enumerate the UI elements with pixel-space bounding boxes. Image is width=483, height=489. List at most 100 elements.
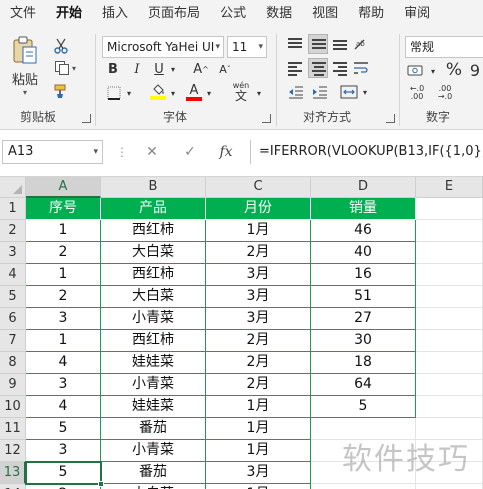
row-header-8[interactable]: 8 <box>0 352 26 374</box>
tab-home[interactable]: 开始 <box>46 0 92 28</box>
table-cell[interactable]: 5 <box>26 418 101 440</box>
row-header-14[interactable]: 14 <box>0 484 26 489</box>
table-cell[interactable]: 2月 <box>206 374 311 396</box>
clipboard-dialog-launcher[interactable] <box>82 114 91 123</box>
table-cell[interactable]: 2月 <box>206 330 311 352</box>
table-cell[interactable]: 2 <box>26 286 101 308</box>
decrease-decimal-button[interactable]: .00 →.0 <box>433 84 457 102</box>
row-header-5[interactable]: 5 <box>0 286 26 308</box>
column-header-d[interactable]: D <box>311 177 416 198</box>
table-header-cell[interactable]: 序号 <box>26 198 101 220</box>
row-header-6[interactable]: 6 <box>0 308 26 330</box>
table-cell[interactable]: 27 <box>311 308 416 330</box>
table-cell[interactable] <box>416 264 483 286</box>
table-cell[interactable]: 西红柿 <box>101 264 206 286</box>
wrap-text-button[interactable] <box>352 60 370 76</box>
increase-decimal-button[interactable]: ←.0.00 <box>405 84 429 102</box>
middle-align-button[interactable] <box>308 34 328 54</box>
accounting-dropdown[interactable]: ▾ <box>428 62 438 80</box>
table-cell[interactable]: 小青菜 <box>101 374 206 396</box>
table-header-cell[interactable]: 产品 <box>101 198 206 220</box>
name-box[interactable]: A13 ▾ <box>2 140 103 164</box>
table-cell[interactable]: 3月 <box>206 308 311 330</box>
alignment-dialog-launcher[interactable] <box>386 114 395 123</box>
increase-indent-button[interactable] <box>310 84 330 100</box>
table-cell[interactable]: 3月 <box>206 462 311 484</box>
row-header-13[interactable]: 13 <box>0 462 26 484</box>
cancel-button[interactable]: ✕ <box>142 141 162 163</box>
bold-button[interactable]: B <box>104 60 122 78</box>
italic-button[interactable]: I <box>128 60 146 78</box>
table-cell[interactable]: 16 <box>311 264 416 286</box>
table-cell[interactable]: 大白菜 <box>101 242 206 264</box>
table-cell[interactable]: 1 <box>26 264 101 286</box>
row-header-10[interactable]: 10 <box>0 396 26 418</box>
row-header-4[interactable]: 4 <box>0 264 26 286</box>
tab-file[interactable]: 文件 <box>0 0 46 28</box>
column-header-b[interactable]: B <box>101 177 206 198</box>
table-cell[interactable]: 3 <box>26 308 101 330</box>
table-header-cell[interactable]: 月份 <box>206 198 311 220</box>
table-cell[interactable] <box>416 396 483 418</box>
tab-page-layout[interactable]: 页面布局 <box>138 0 210 28</box>
font-name-combo[interactable]: Microsoft YaHei UI ▾ <box>102 36 224 58</box>
table-cell[interactable]: 2月 <box>206 352 311 374</box>
comma-style-button[interactable]: 9 <box>467 58 483 82</box>
row-header-7[interactable]: 7 <box>0 330 26 352</box>
table-header-cell[interactable]: 销量 <box>311 198 416 220</box>
table-cell[interactable]: 40 <box>311 242 416 264</box>
table-cell[interactable]: 番茄 <box>101 462 206 484</box>
phonetic-dropdown[interactable]: ▾ <box>254 84 264 102</box>
table-cell[interactable]: 大白菜 <box>101 286 206 308</box>
align-left-button[interactable] <box>286 60 304 76</box>
table-cell[interactable] <box>416 286 483 308</box>
insert-function-button[interactable]: fx <box>216 141 236 163</box>
column-header-a[interactable]: A <box>26 177 101 198</box>
table-cell[interactable]: 4 <box>26 352 101 374</box>
tab-review[interactable]: 审阅 <box>394 0 440 28</box>
table-cell[interactable] <box>416 242 483 264</box>
table-cell[interactable]: 51 <box>311 286 416 308</box>
table-cell[interactable]: 娃娃菜 <box>101 396 206 418</box>
select-all-button[interactable] <box>0 177 26 198</box>
table-cell[interactable]: 1 <box>26 330 101 352</box>
row-header-3[interactable]: 3 <box>0 242 26 264</box>
table-cell[interactable]: 番茄 <box>101 418 206 440</box>
table-cell[interactable]: 1月 <box>206 220 311 242</box>
top-align-button[interactable] <box>286 36 304 52</box>
table-cell[interactable] <box>416 198 483 220</box>
table-cell[interactable]: 3 <box>26 374 101 396</box>
table-cell[interactable]: 1月 <box>206 418 311 440</box>
table-cell[interactable]: 2月 <box>206 242 311 264</box>
table-cell[interactable]: 30 <box>311 330 416 352</box>
orientation-button[interactable]: ab <box>352 36 368 52</box>
font-dialog-launcher[interactable] <box>262 114 271 123</box>
cut-button[interactable] <box>50 36 72 56</box>
merge-center-button[interactable] <box>338 84 360 100</box>
percent-style-button[interactable]: % <box>444 58 464 82</box>
tab-formulas[interactable]: 公式 <box>210 0 256 28</box>
table-cell[interactable]: 1 <box>26 220 101 242</box>
tab-view[interactable]: 视图 <box>302 0 348 28</box>
table-cell[interactable]: 小青菜 <box>101 440 206 462</box>
table-cell[interactable]: 3月 <box>206 286 311 308</box>
formula-input[interactable]: =IFERROR(VLOOKUP(B13,IF({1,0},B$1 <box>250 140 483 164</box>
table-cell[interactable] <box>416 220 483 242</box>
table-cell[interactable] <box>416 308 483 330</box>
table-cell[interactable]: 5 <box>311 396 416 418</box>
table-cell[interactable]: 3 <box>26 440 101 462</box>
table-cell[interactable]: 小青菜 <box>101 308 206 330</box>
table-cell[interactable]: 64 <box>311 374 416 396</box>
font-color-dropdown[interactable]: ▾ <box>204 84 214 102</box>
row-header-1[interactable]: 1 <box>0 198 26 220</box>
underline-button[interactable]: U <box>150 60 168 78</box>
fill-color-button[interactable] <box>148 82 168 102</box>
table-cell[interactable]: 西红柿 <box>101 220 206 242</box>
grow-font-button[interactable]: A ^ <box>192 60 210 78</box>
number-format-combo[interactable]: 常规 <box>405 36 483 58</box>
table-cell[interactable] <box>416 352 483 374</box>
align-center-button[interactable] <box>308 58 328 78</box>
table-cell[interactable]: 3月 <box>206 264 311 286</box>
underline-dropdown[interactable]: ▾ <box>168 60 178 78</box>
row-header-9[interactable]: 9 <box>0 374 26 396</box>
